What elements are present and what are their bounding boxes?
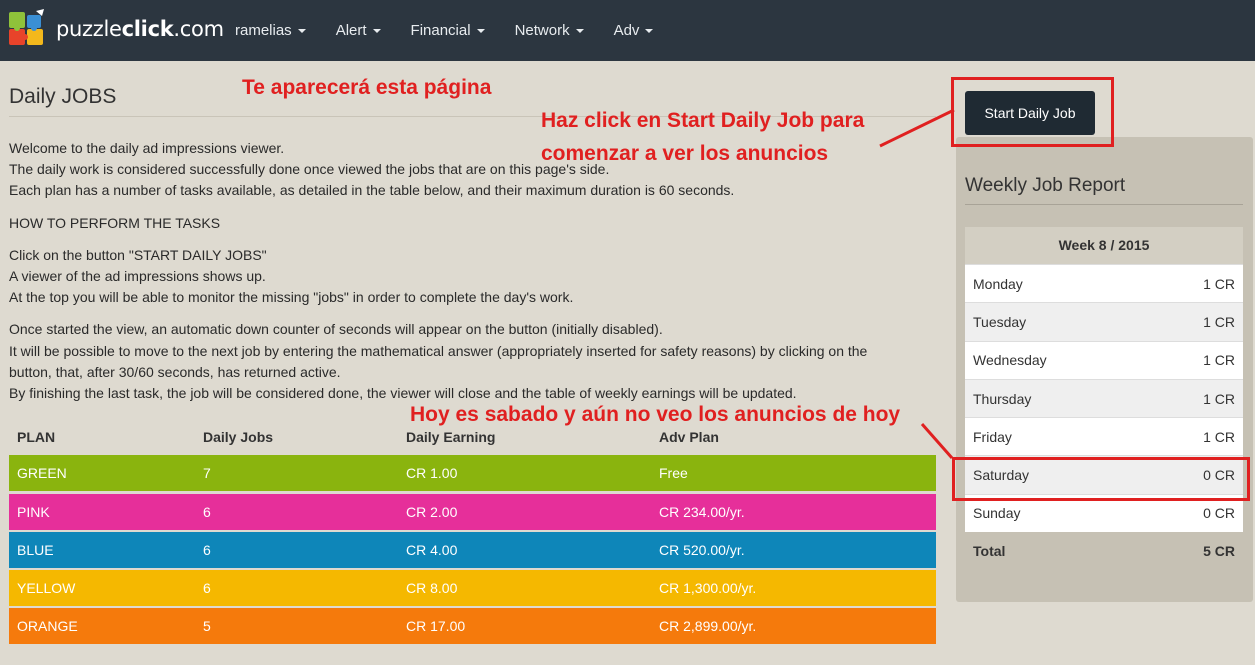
day-label: Wednesday: [973, 352, 1047, 369]
page-title: Daily JOBS: [9, 85, 117, 108]
daily-earning: CR 17.00: [406, 618, 466, 635]
annotation-page-note: Te aparecerá esta página: [242, 76, 492, 99]
weekly-job-report-panel: Weekly Job Report Week 8 / 2015 Monday 1 …: [956, 137, 1253, 602]
start-daily-job-button[interactable]: Start Daily Job: [965, 91, 1095, 135]
howto-heading: HOW TO PERFORM THE TASKS: [9, 215, 221, 231]
column-header: PLAN: [17, 429, 56, 445]
chevron-down-icon: [372, 28, 381, 33]
plan-name: GREEN: [17, 465, 67, 482]
total-value: 5 CR: [1203, 543, 1235, 560]
plan-row: PINK 6 CR 2.00 CR 234.00/yr.: [9, 493, 936, 530]
day-label: Sunday: [973, 505, 1021, 522]
brand-name: puzzleclick.com: [56, 17, 224, 41]
menu-user[interactable]: ramelias: [235, 22, 306, 39]
menu-alert[interactable]: Alert: [336, 22, 381, 39]
day-label: Thursday: [973, 390, 1032, 407]
annotation-click-note: Haz click en Start Daily Job para: [541, 109, 865, 132]
daily-jobs: 7: [203, 465, 211, 482]
menu-network[interactable]: Network: [515, 22, 584, 39]
day-credit: 1 CR: [1203, 390, 1235, 407]
annotation-saturday-note: Hoy es sabado y aún no veo los anuncios …: [410, 403, 901, 426]
adv-plan: CR 2,899.00/yr.: [659, 618, 757, 635]
column-header: Adv Plan: [659, 429, 719, 445]
chevron-down-icon: [297, 28, 306, 33]
intro-line: The daily work is considered successfull…: [9, 161, 610, 177]
daily-jobs: 6: [203, 541, 211, 558]
adv-plan: CR 520.00/yr.: [659, 541, 745, 558]
main-menu: ramelias Alert Financial Network Adv: [235, 0, 683, 61]
report-day-row: Monday 1 CR: [965, 264, 1243, 303]
howto-line: Click on the button "START DAILY JOBS": [9, 247, 267, 263]
howto-line: button, that, after 30/60 seconds, has r…: [9, 364, 341, 380]
column-header: Daily Earning: [406, 429, 496, 445]
intro-line: Welcome to the daily ad impressions view…: [9, 140, 285, 156]
plan-name: YELLOW: [17, 580, 76, 597]
day-credit: 1 CR: [1203, 275, 1235, 292]
plan-row: GREEN 7 CR 1.00 Free: [9, 455, 936, 492]
plan-row: ORANGE 5 CR 17.00 CR 2,899.00/yr.: [9, 608, 936, 645]
adv-plan: CR 1,300.00/yr.: [659, 580, 757, 597]
howto-line: By finishing the last task, the job will…: [9, 385, 797, 401]
column-header: Daily Jobs: [203, 429, 274, 445]
day-label: Friday: [973, 428, 1012, 445]
report-day-row: Wednesday 1 CR: [965, 340, 1243, 379]
report-day-row: Friday 1 CR: [965, 417, 1243, 456]
puzzle-logo-icon: [9, 9, 44, 45]
weekly-report-table: Week 8 / 2015 Monday 1 CR Tuesday 1 CR Wedne…: [965, 227, 1243, 570]
day-credit: 1 CR: [1203, 352, 1235, 369]
chevron-down-icon: [645, 28, 654, 33]
menu-financial[interactable]: Financial: [411, 22, 485, 39]
day-label: Tuesday: [973, 313, 1027, 330]
annotation-highlight-box: [952, 457, 1250, 501]
navbar: puzzleclick.com ramelias Alert Financial…: [0, 0, 1255, 61]
total-label: Total: [973, 543, 1006, 560]
brand-logo[interactable]: puzzleclick.com: [6, 7, 224, 51]
plan-name: BLUE: [17, 541, 54, 558]
adv-plan: Free: [659, 465, 688, 482]
daily-jobs: 6: [203, 580, 211, 597]
annotation-click-note: comenzar a ver los anuncios: [541, 142, 829, 165]
howto-line: A viewer of the ad impressions shows up.: [9, 268, 266, 284]
report-total-row: Total 5 CR: [965, 532, 1243, 570]
howto-line: Once started the view, an automatic down…: [9, 321, 663, 337]
day-credit: 1 CR: [1203, 313, 1235, 330]
plan-table-body: GREEN 7 CR 1.00 Free PINK 6 CR 2.00 CR 234.00/y…: [9, 455, 936, 645]
daily-earning: CR 2.00: [406, 503, 458, 520]
adv-plan: CR 234.00/yr.: [659, 503, 745, 520]
report-day-row: Thursday 1 CR: [965, 378, 1243, 418]
plan-row: YELLOW 6 CR 8.00 CR 1,300.00/yr.: [9, 570, 936, 607]
report-divider: [965, 204, 1243, 205]
report-day-row: Tuesday 1 CR: [965, 302, 1243, 341]
daily-jobs: 5: [203, 618, 211, 635]
daily-earning: CR 4.00: [406, 541, 458, 558]
chevron-down-icon: [476, 28, 485, 33]
plan-table: PLAN Daily Jobs Daily Earning Adv Plan G…: [9, 421, 936, 645]
daily-earning: CR 8.00: [406, 580, 458, 597]
day-credit: 0 CR: [1203, 505, 1235, 522]
day-credit: 1 CR: [1203, 428, 1235, 445]
howto-line: At the top you will be able to monitor t…: [9, 289, 574, 305]
intro-line: Each plan has a number of tasks availabl…: [9, 182, 735, 198]
daily-jobs: 6: [203, 503, 211, 520]
chevron-down-icon: [575, 28, 584, 33]
day-label: Monday: [973, 275, 1023, 292]
menu-adv[interactable]: Adv: [614, 22, 654, 39]
plan-name: ORANGE: [17, 618, 78, 635]
plan-name: PINK: [17, 503, 50, 520]
report-title: Weekly Job Report: [965, 175, 1126, 196]
week-label: Week 8 / 2015: [965, 227, 1243, 264]
plan-row: BLUE 6 CR 4.00 CR 520.00/yr.: [9, 531, 936, 568]
howto-line: It will be possible to move to the next …: [9, 343, 868, 359]
daily-earning: CR 1.00: [406, 465, 458, 482]
